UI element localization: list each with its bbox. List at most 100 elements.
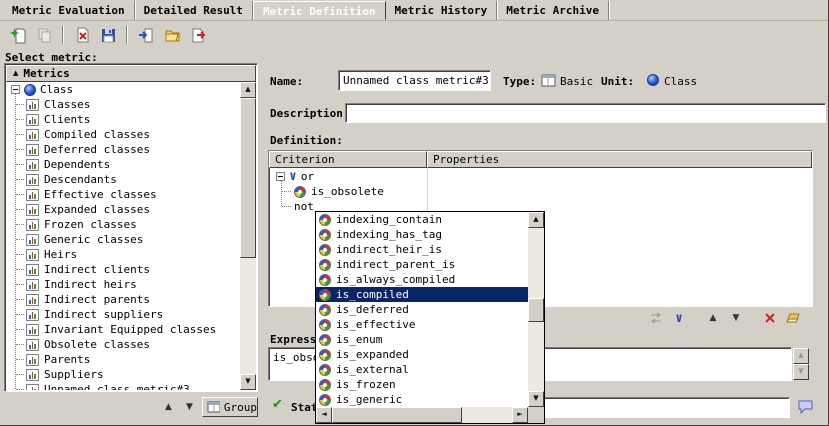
tree-item[interactable]: Unnamed class metric#3 <box>6 382 240 390</box>
criterion-column-header[interactable]: Criterion <box>269 151 427 168</box>
criterion-row-is-obsolete[interactable]: is_obsolete <box>270 184 811 199</box>
tree-item-label: Invariant Equipped classes <box>44 323 216 336</box>
new-metric-button[interactable] <box>6 24 30 46</box>
metric-list-header-label: Metrics <box>23 67 69 80</box>
down-arrow-icon: ▼ <box>728 309 745 327</box>
remove-criterion-button[interactable] <box>760 310 780 326</box>
collapse-icon[interactable] <box>11 85 20 94</box>
collapse-icon[interactable] <box>276 172 285 181</box>
dropdown-item[interactable]: indirect_parent_is <box>316 257 528 272</box>
tree-item[interactable]: Expanded classes <box>6 202 240 217</box>
group-button-label: Group <box>224 401 257 414</box>
tree-item[interactable]: Invariant Equipped classes <box>6 322 240 337</box>
tree-item[interactable]: Clients <box>6 112 240 127</box>
dropdown-item[interactable]: is_effective <box>316 317 528 332</box>
group-button[interactable]: Group <box>202 397 258 417</box>
tab[interactable]: Metric Archive <box>497 1 609 20</box>
tree-item-label: Clients <box>44 113 90 126</box>
dropdown-item[interactable]: is_frozen <box>316 377 528 392</box>
scroll-right-icon[interactable]: ► <box>512 407 528 423</box>
tree-item-label: Parents <box>44 353 90 366</box>
move-criterion-down-button[interactable]: ▼ <box>726 310 746 326</box>
dropdown-item[interactable]: is_deferred <box>316 302 528 317</box>
metric-list-scrollbar[interactable]: ▲ ▼ <box>240 82 256 390</box>
change-operator-button[interactable]: ∨ <box>669 310 689 326</box>
criterion-row-or[interactable]: ∨ or <box>270 169 811 184</box>
dropdown-item[interactable]: is_compiled <box>316 287 528 302</box>
tab[interactable]: Detailed Result <box>135 1 253 20</box>
tree-item[interactable]: Indirect suppliers <box>6 307 240 322</box>
description-input[interactable] <box>345 103 826 123</box>
tree-item[interactable]: Heirs <box>6 247 240 262</box>
metric-tool-window: Metric Evaluation Detailed Result Metric… <box>0 0 829 426</box>
dropdown-item-label: is_compiled <box>336 288 409 301</box>
name-value: Unnamed class metric#3 <box>343 74 489 87</box>
tree-item[interactable]: Indirect heirs <box>6 277 240 292</box>
up-arrow-icon: ▲ <box>705 309 722 327</box>
move-metric-down-button[interactable]: ▼ <box>181 398 198 416</box>
copy-metric-button[interactable] <box>32 24 56 46</box>
scroll-up-icon[interactable]: ▲ <box>793 348 809 364</box>
tab[interactable]: Metric Definition <box>253 1 386 20</box>
tree-item[interactable]: Descendants <box>6 172 240 187</box>
tree-item[interactable]: Effective classes <box>6 187 240 202</box>
tree-item[interactable]: Classes <box>6 97 240 112</box>
export-metric-button[interactable] <box>186 24 210 46</box>
tree-item[interactable]: Suppliers <box>6 367 240 382</box>
dropdown-vertical-scrollbar[interactable]: ▲ ▼ <box>528 212 544 407</box>
move-criterion-up-button[interactable]: ▲ <box>703 310 723 326</box>
dropdown-item-label: is_enum <box>336 333 382 346</box>
open-metric-file-button[interactable] <box>160 24 184 46</box>
tree-item-class-root[interactable]: Class <box>6 82 240 97</box>
tree-item[interactable]: Dependents <box>6 157 240 172</box>
metric-list-header[interactable]: ▲ Metrics <box>6 65 256 82</box>
metric-icon <box>26 219 39 231</box>
comment-bubble-icon[interactable] <box>797 399 815 417</box>
dropdown-item[interactable]: is_enum <box>316 332 528 347</box>
import-metrics-button[interactable] <box>134 24 158 46</box>
dropdown-item[interactable]: is_external <box>316 362 528 377</box>
tree-item[interactable]: Indirect clients <box>6 262 240 277</box>
scroll-up-icon[interactable]: ▲ <box>528 212 544 228</box>
tree-item[interactable]: Parents <box>6 352 240 367</box>
dropdown-item[interactable]: is_always_compiled <box>316 272 528 287</box>
scroll-up-icon[interactable]: ▲ <box>240 82 256 98</box>
scrollbar-track[interactable] <box>332 407 512 423</box>
properties-column-header[interactable]: Properties <box>427 151 812 168</box>
expression-scrollbar[interactable]: ▲ ▼ <box>793 348 809 380</box>
scroll-down-icon[interactable]: ▼ <box>240 374 256 390</box>
tree-item[interactable]: Generic classes <box>6 232 240 247</box>
tree-item[interactable]: Indirect parents <box>6 292 240 307</box>
tree-item[interactable]: Obsolete classes <box>6 337 240 352</box>
dropdown-item-label: indexing_contain <box>336 213 442 226</box>
dropdown-horizontal-scrollbar[interactable]: ◄ ► <box>316 407 528 423</box>
erase-definition-button[interactable] <box>783 310 803 326</box>
scroll-left-icon[interactable]: ◄ <box>316 407 332 423</box>
tree-item-label: Obsolete classes <box>44 338 150 351</box>
name-input[interactable]: Unnamed class metric#3 <box>338 70 491 91</box>
move-metric-up-button[interactable]: ▲ <box>160 398 177 416</box>
save-metric-button[interactable] <box>96 24 120 46</box>
scrollbar-thumb[interactable] <box>528 298 544 322</box>
scroll-down-icon[interactable]: ▼ <box>528 391 544 407</box>
scrollbar-thumb[interactable] <box>240 98 256 258</box>
tab[interactable]: Metric Evaluation <box>3 1 135 20</box>
dropdown-item[interactable]: is_expanded <box>316 347 528 362</box>
dropdown-item[interactable]: indexing_contain <box>316 212 528 227</box>
scrollbar-track[interactable] <box>240 98 256 374</box>
tab[interactable]: Metric History <box>386 1 498 20</box>
tab-label: Metric Definition <box>263 5 376 18</box>
delete-metric-button[interactable] <box>70 24 94 46</box>
dropdown-item[interactable]: indexing_has_tag <box>316 227 528 242</box>
tree-item[interactable]: Frozen classes <box>6 217 240 232</box>
scrollbar-track[interactable] <box>528 228 544 391</box>
criterion-icon <box>319 364 331 376</box>
scroll-down-icon[interactable]: ▼ <box>793 364 809 380</box>
dropdown-item[interactable]: indirect_heir_is <box>316 242 528 257</box>
tree-item-label: Indirect suppliers <box>44 308 163 321</box>
dropdown-item[interactable]: is_generic <box>316 392 528 407</box>
swap-criterion-button[interactable] <box>646 310 666 326</box>
scrollbar-thumb[interactable] <box>332 407 462 423</box>
tree-item[interactable]: Compiled classes <box>6 127 240 142</box>
tree-item[interactable]: Deferred classes <box>6 142 240 157</box>
